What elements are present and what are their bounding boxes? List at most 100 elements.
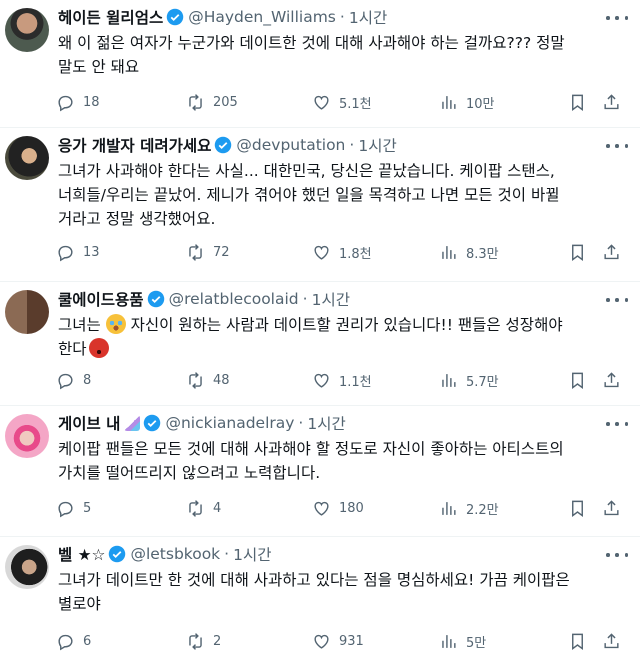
handle[interactable]: @devputation [236,136,345,154]
bookmark-icon [568,243,587,262]
view-count: 8.3만 [466,246,499,262]
like-button[interactable]: 1.8천 [312,241,372,263]
share-button[interactable] [602,369,629,391]
timestamp[interactable]: 1시간 [349,6,387,28]
retweet-button[interactable]: 2 [186,630,221,652]
share-button[interactable] [602,497,629,519]
views-button[interactable]: 5만 [439,630,486,652]
tweet-5[interactable]: 벨 ★☆ @letsbkook · 1시간 그녀가 데이트만 한 것에 대해 사… [0,537,640,663]
display-name[interactable]: 게이브 내 [58,412,120,434]
more-icon[interactable] [606,138,628,154]
views-button[interactable]: 8.3만 [439,241,499,263]
handle[interactable]: @Hayden_Williams [188,8,336,26]
retweet-button[interactable]: 205 [186,91,238,113]
reply-button[interactable]: 8 [56,369,91,391]
bookmark-button[interactable] [568,497,595,519]
action-bar: 18 205 5.1천 10만 [56,91,620,113]
avatar[interactable] [5,545,49,589]
tweet-3[interactable]: 쿨에이드용품 @relatblecoolaid · 1시간 그녀는 자신이 원하… [0,282,640,406]
bookmark-icon [568,93,587,112]
like-icon [312,371,331,390]
action-bar: 13 72 1.8천 8.3만 [56,241,620,263]
unicorn-emoji [124,415,141,431]
display-name[interactable]: 벨 ★☆ [58,543,105,565]
share-button[interactable] [602,241,629,263]
views-button[interactable]: 10만 [439,91,495,113]
reply-button[interactable]: 18 [56,91,100,113]
retweet-button[interactable]: 72 [186,241,230,263]
reply-button[interactable]: 5 [56,497,91,519]
timestamp[interactable]: 1시간 [233,543,271,565]
verified-badge-icon [215,136,232,154]
tweet-1[interactable]: 헤이든 윌리엄스 @Hayden_Williams · 1시간 왜 이 젊은 여… [0,0,640,128]
handle[interactable]: @nickianadelray [165,414,294,432]
timestamp[interactable]: 1시간 [358,134,396,156]
display-name[interactable]: 헤이든 윌리엄스 [58,6,163,28]
share-icon [602,632,621,651]
share-icon [602,499,621,518]
bookmark-button[interactable] [568,369,595,391]
action-bar: 5 4 180 2.2만 [56,497,620,519]
verified-badge-icon [147,290,164,308]
like-count: 1.1천 [339,374,372,390]
share-button[interactable] [602,91,629,113]
timestamp[interactable]: 1시간 [312,288,350,310]
more-icon[interactable] [606,416,628,432]
handle[interactable]: @relatblecoolaid [169,290,299,308]
like-button[interactable]: 5.1천 [312,91,372,113]
reply-button[interactable]: 13 [56,241,100,263]
crying-face-emoji [105,314,126,334]
bookmark-icon [568,632,587,651]
timestamp[interactable]: 1시간 [307,412,345,434]
view-count: 5.7만 [466,374,499,390]
view-count: 2.2만 [466,502,499,518]
more-icon[interactable] [606,292,628,308]
bookmark-button[interactable] [568,91,595,113]
reply-count: 6 [83,633,92,649]
tweet-2[interactable]: 응가 개발자 데려가세요 @devputation · 1시간 그녀가 사과해야… [0,128,640,282]
avatar[interactable] [5,136,49,180]
retweet-icon [186,371,205,390]
reply-icon [56,499,75,518]
display-name[interactable]: 쿨에이드용품 [58,288,144,310]
view-count: 10만 [466,96,495,112]
retweet-button[interactable]: 4 [186,497,221,519]
bookmark-button[interactable] [568,630,595,652]
like-button[interactable]: 931 [312,630,364,652]
views-icon [439,371,458,390]
reply-button[interactable]: 6 [56,630,91,652]
separator-dot: · [339,8,345,26]
reply-icon [56,93,75,112]
like-count: 1.8천 [339,246,372,262]
reply-count: 18 [83,94,100,110]
share-button[interactable] [602,630,629,652]
separator-dot: · [349,136,355,154]
views-button[interactable]: 2.2만 [439,497,499,519]
tweet-4[interactable]: 게이브 내 @nickianadelray · 1시간 케이팝 팬들은 모든 것… [0,406,640,537]
more-icon[interactable] [606,10,628,26]
bookmark-button[interactable] [568,241,595,263]
views-button[interactable]: 5.7만 [439,369,499,391]
like-count: 5.1천 [339,96,372,112]
avatar[interactable] [5,8,49,52]
display-name[interactable]: 응가 개발자 데려가세요 [58,134,211,156]
like-icon [312,499,331,518]
like-button[interactable]: 180 [312,497,364,519]
retweet-icon [186,243,205,262]
like-icon [312,632,331,651]
avatar[interactable] [5,414,49,458]
like-icon [312,93,331,112]
separator-dot: · [224,545,230,563]
tweet-text: 그녀는 자신이 원하는 사람과 데이트할 권리가 있습니다!! 팬들은 성장해야… [58,313,626,361]
views-icon [439,243,458,262]
like-button[interactable]: 1.1천 [312,369,372,391]
avatar[interactable] [5,290,49,334]
bookmark-icon [568,371,587,390]
handle[interactable]: @letsbkook [130,545,220,563]
retweet-icon [186,93,205,112]
views-icon [439,632,458,651]
more-icon[interactable] [606,547,628,563]
action-bar: 6 2 931 5만 [56,630,620,652]
retweet-button[interactable]: 48 [186,369,230,391]
reply-count: 8 [83,372,92,388]
